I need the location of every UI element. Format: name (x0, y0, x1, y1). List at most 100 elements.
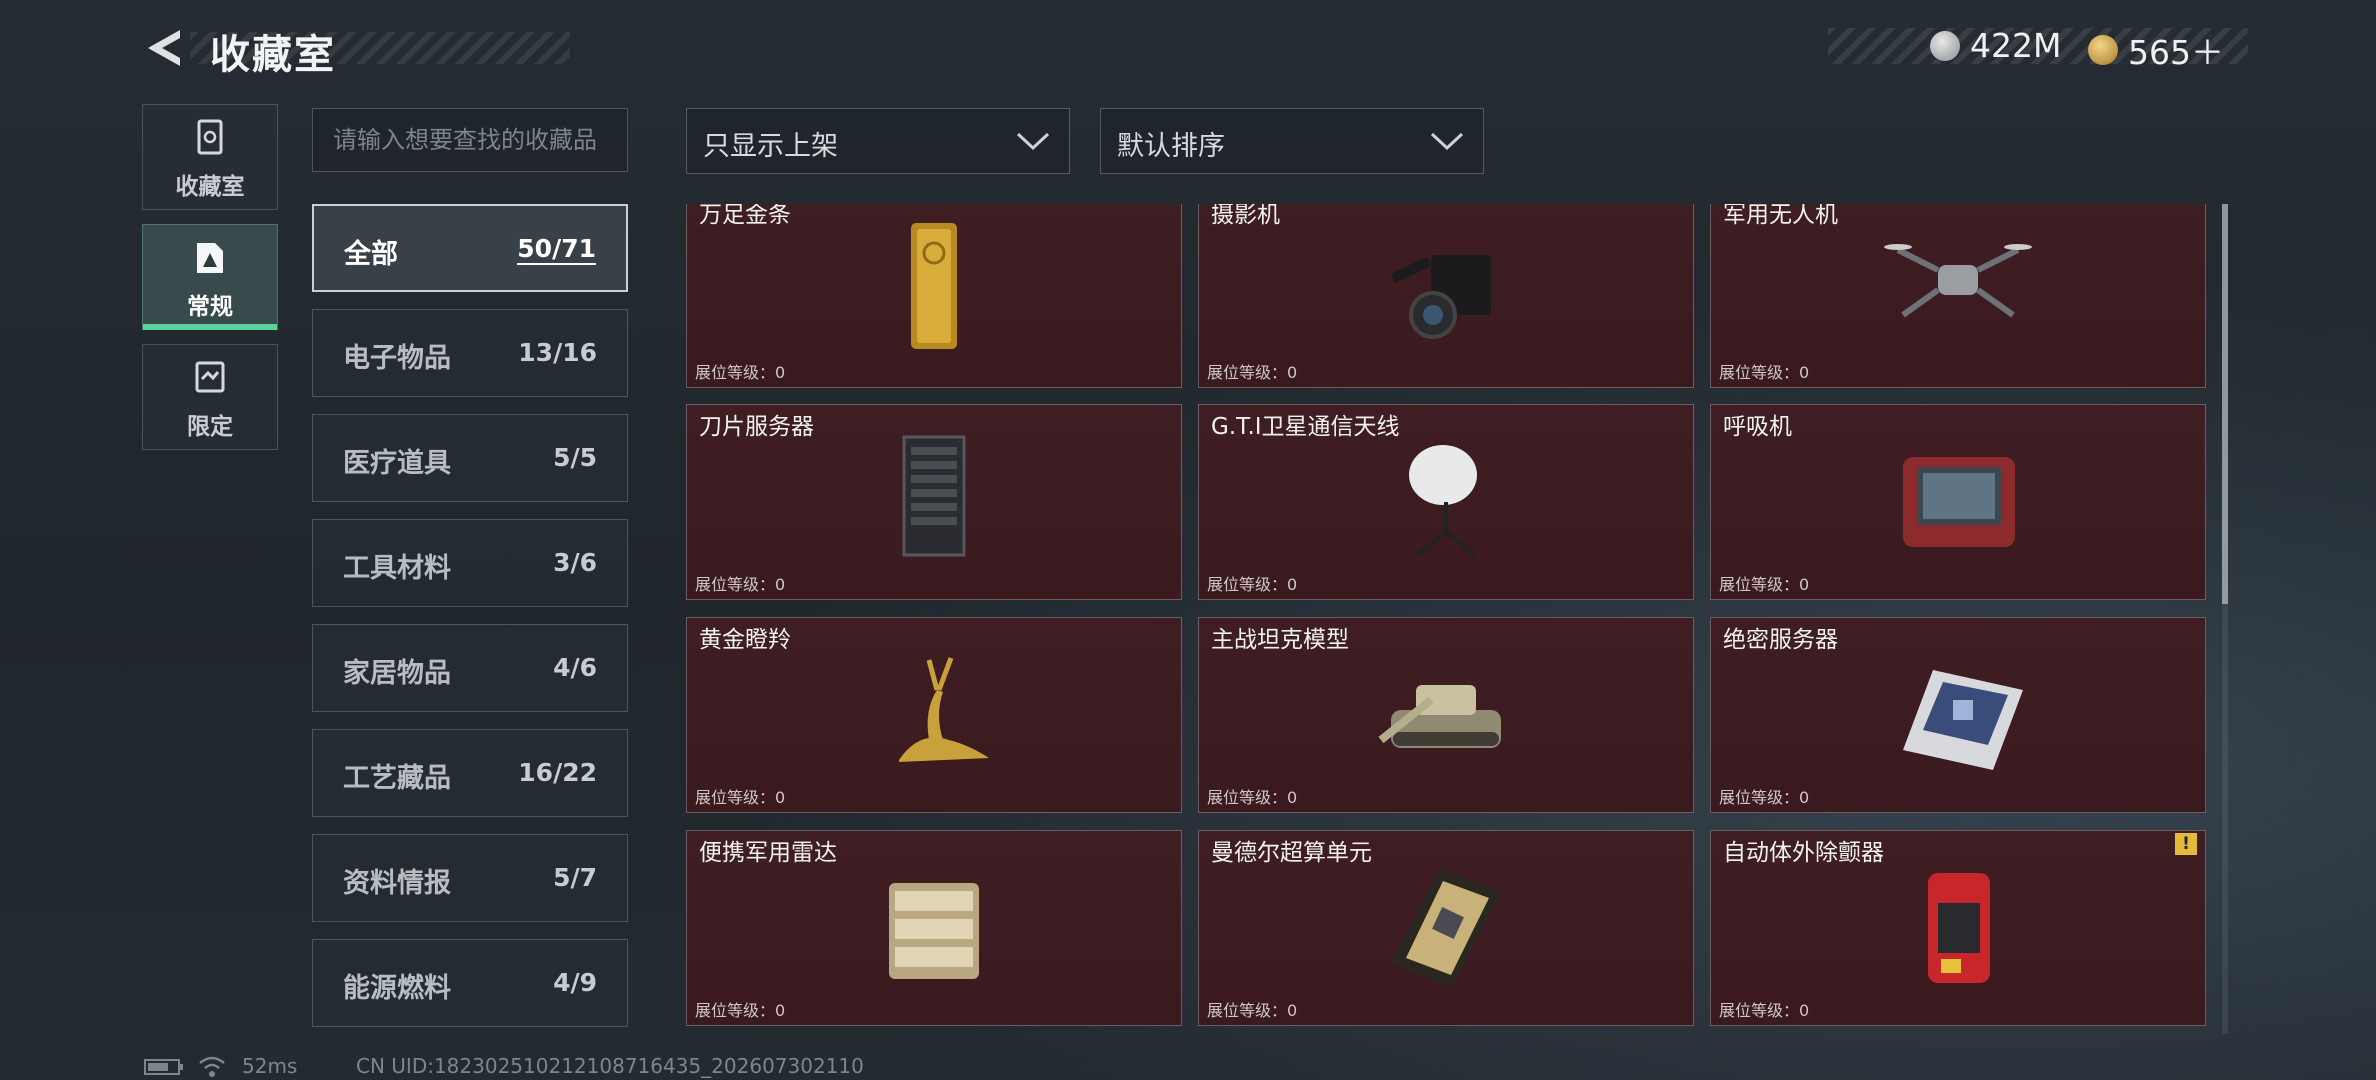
item-card[interactable]: 万足金条 展位等级：0 (686, 204, 1182, 388)
item-level: 展位等级：0 (1719, 363, 1810, 382)
item-name: 呼吸机 (1723, 414, 1792, 440)
category-medical[interactable]: 医疗道具 5/5 (312, 414, 628, 502)
page-title: 收藏室 (210, 32, 336, 78)
nav-regular-label: 常规 (187, 294, 233, 320)
category-name: 电子物品 (343, 343, 451, 374)
item-name: 刀片服务器 (699, 414, 814, 440)
supercomputer-unit-icon (1391, 868, 1501, 988)
item-name: 主战坦克模型 (1211, 627, 1349, 653)
category-count: 4/6 (553, 653, 597, 682)
defibrillator-icon (1928, 873, 1990, 983)
nav-vault-label: 收藏室 (175, 174, 245, 200)
nav-limited-label: 限定 (187, 414, 233, 440)
item-level: 展位等级：0 (695, 1001, 786, 1020)
collection-grid: 万足金条 展位等级：0 摄影机 展位等级：0 军用无人机 展位等级：0 刀片服务… (686, 204, 2206, 1030)
sort-dropdown[interactable]: 默认排序 (1100, 108, 1484, 174)
category-count: 4/9 (553, 968, 597, 997)
uid-text: CN UID:18230251021210871643​5_2026073021… (356, 1054, 864, 1078)
item-card[interactable]: 绝密服务器 展位等级：0 (1710, 617, 2206, 813)
ventilator-icon (1903, 457, 2015, 547)
category-name: 工艺藏品 (343, 763, 451, 794)
item-card[interactable]: 刀片服务器 展位等级：0 (686, 404, 1182, 600)
item-name: 万足金条 (699, 204, 791, 228)
portable-radar-icon (889, 883, 979, 979)
camera-icon (1390, 255, 1491, 339)
gold-coin-icon (2088, 35, 2118, 65)
display-filter-dropdown[interactable]: 只显示上架 (686, 108, 1070, 174)
item-level: 展位等级：0 (1719, 1001, 1810, 1020)
item-level: 展位等级：0 (1207, 788, 1298, 807)
back-arrow-icon[interactable] (140, 26, 188, 70)
item-card[interactable]: 摄影机 展位等级：0 (1198, 204, 1694, 388)
item-card[interactable]: 黄金瞪羚 展位等级：0 (686, 617, 1182, 813)
grid-scrollbar-thumb[interactable] (2222, 204, 2228, 604)
category-crafts[interactable]: 工艺藏品 16/22 (312, 729, 628, 817)
category-count: 50/71 (517, 234, 596, 265)
chevron-down-icon (1430, 132, 1464, 151)
secret-server-icon (1903, 670, 2023, 770)
search-input[interactable] (312, 108, 628, 172)
blade-server-icon (902, 435, 966, 557)
nav-limited[interactable]: 限定 (142, 344, 278, 450)
category-all[interactable]: 全部 50/71 (312, 204, 628, 292)
item-name: 军用无人机 (1723, 204, 1838, 228)
item-card[interactable]: 自动体外除颤器 ! 展位等级：0 (1710, 830, 2206, 1026)
item-level: 展位等级：0 (1207, 363, 1298, 382)
category-tools[interactable]: 工具材料 3/6 (312, 519, 628, 607)
item-level: 展位等级：0 (695, 788, 786, 807)
silver-coin-icon (1930, 30, 1960, 61)
category-name: 医疗道具 (343, 448, 451, 479)
limited-collection-icon (195, 361, 225, 393)
gold-amount: 565＋ (2128, 33, 2224, 72)
item-name: 便携军用雷达 (699, 840, 837, 866)
category-count: 13/16 (518, 338, 597, 367)
category-name: 家居物品 (343, 658, 451, 689)
chevron-down-icon (1016, 132, 1050, 151)
category-electronics[interactable]: 电子物品 13/16 (312, 309, 628, 397)
item-name: 自动体外除颤器 (1723, 840, 1884, 866)
warning-badge-icon: ! (2175, 833, 2197, 855)
category-name: 能源燃料 (343, 973, 451, 1004)
silver-currency: 422M (1930, 26, 2061, 65)
category-name: 工具材料 (343, 553, 451, 584)
item-level: 展位等级：0 (1719, 575, 1810, 594)
item-name: 黄金瞪羚 (699, 627, 791, 653)
gold-bar-icon (911, 223, 957, 349)
display-filter-value: 只显示上架 (703, 131, 838, 162)
vault-icon (197, 119, 223, 155)
category-count: 3/6 (553, 548, 597, 577)
item-name: 曼德尔超算单元 (1211, 840, 1372, 866)
golden-gazelle-icon (899, 657, 989, 762)
category-name: 全部 (344, 239, 398, 270)
item-card[interactable]: 呼吸机 展位等级：0 (1710, 404, 2206, 600)
item-card[interactable]: 便携军用雷达 展位等级：0 (686, 830, 1182, 1026)
battery-icon (144, 1059, 183, 1075)
drone-icon (1884, 244, 2032, 318)
item-level: 展位等级：0 (1719, 788, 1810, 807)
item-card[interactable]: 军用无人机 展位等级：0 (1710, 204, 2206, 388)
item-level: 展位等级：0 (695, 363, 786, 382)
nav-regular[interactable]: 常规 (142, 224, 278, 330)
category-household[interactable]: 家居物品 4/6 (312, 624, 628, 712)
category-energy[interactable]: 能源燃料 4/9 (312, 939, 628, 1027)
item-level: 展位等级：0 (695, 575, 786, 594)
regular-collection-icon (197, 243, 223, 273)
satellite-antenna-icon (1409, 445, 1478, 559)
item-name: 摄影机 (1211, 204, 1280, 228)
gold-currency[interactable]: 565＋ (2088, 26, 2224, 74)
category-count: 5/5 (553, 443, 597, 472)
item-card[interactable]: 曼德尔超算单元 展位等级：0 (1198, 830, 1694, 1026)
category-count: 5/7 (553, 863, 597, 892)
category-count: 16/22 (518, 758, 597, 787)
nav-vault[interactable]: 收藏室 (142, 104, 278, 210)
sort-value: 默认排序 (1117, 131, 1225, 162)
wifi-icon (199, 1056, 225, 1077)
item-level: 展位等级：0 (1207, 575, 1298, 594)
item-name: 绝密服务器 (1723, 627, 1838, 653)
category-intel[interactable]: 资料情报 5/7 (312, 834, 628, 922)
item-card[interactable]: G.T.I卫星通信天线 展位等级：0 (1198, 404, 1694, 600)
item-card[interactable]: 主战坦克模型 展位等级：0 (1198, 617, 1694, 813)
tank-model-icon (1378, 685, 1501, 748)
item-level: 展位等级：0 (1207, 1001, 1298, 1020)
silver-amount: 422M (1970, 26, 2062, 65)
